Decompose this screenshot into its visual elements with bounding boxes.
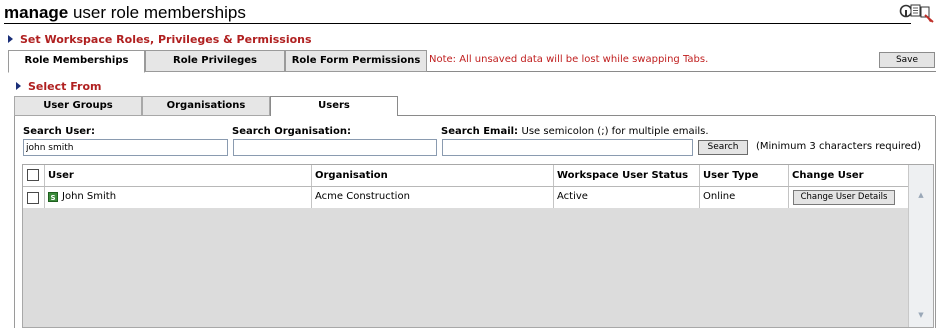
page-title: manage user role memberships [4,3,246,23]
bullet-triangle-icon [16,82,21,90]
select-all-checkbox[interactable] [27,169,39,181]
search-email-input[interactable] [442,139,693,156]
column-header-organisation[interactable]: Organisation [312,165,554,186]
page-header: manage user role memberships [4,0,911,24]
search-organisation-input[interactable] [233,139,437,156]
min-characters-note: (Minimum 3 characters required) [756,141,922,152]
tab-role-privileges[interactable]: Role Privileges [145,50,285,72]
column-header-user-type[interactable]: User Type [700,165,789,186]
tab-user-groups[interactable]: User Groups [14,96,142,116]
scroll-down-arrow-icon[interactable]: ▼ [913,307,929,323]
scroll-up-arrow-icon[interactable]: ▲ [913,187,929,203]
search-user-input[interactable] [23,139,228,156]
user-organisation: Acme Construction [312,187,554,208]
user-name: John Smith [62,191,117,202]
help-print-tools-icon[interactable] [899,2,935,24]
column-header-workspace-user-status[interactable]: Workspace User Status [554,165,700,186]
column-header-change-user: Change User [789,165,909,186]
user-type: Online [700,187,789,208]
unsaved-data-note: Note: All unsaved data will be lost whil… [429,54,709,65]
search-button[interactable]: Search [698,140,748,155]
user-status: Active [554,187,700,208]
row-checkbox[interactable] [27,192,39,204]
select-from-tab-bar: User Groups Organisations Users [14,96,935,117]
tab-role-form-permissions[interactable]: Role Form Permissions [285,50,427,72]
page-title-bold: manage [4,3,69,22]
search-email-hint: Use semicolon (;) for multiple emails. [521,126,709,137]
grid-header-row: User Organisation Workspace User Status … [23,165,909,187]
search-organisation-label: Search Organisation: [232,126,351,137]
section-heading-select-from: Select From [16,80,101,93]
tab-organisations[interactable]: Organisations [142,96,270,116]
search-user-label: Search User: [23,126,95,137]
save-button[interactable]: Save [879,52,935,68]
vertical-scrollbar[interactable]: ▲ ▼ [908,165,933,327]
search-email-label: Search Email: Use semicolon (;) for mult… [441,126,709,137]
change-user-details-button[interactable]: Change User Details [793,190,895,205]
section-heading-workspace-roles: Set Workspace Roles, Privileges & Permis… [8,33,312,46]
page-title-rest: user role memberships [68,3,246,22]
users-panel: Search User: Search Organisation: Search… [14,116,936,328]
results-grid: User Organisation Workspace User Status … [22,164,934,328]
column-header-user[interactable]: User [45,165,312,186]
table-row[interactable]: S John Smith Acme Construction Active Onl… [23,187,909,208]
bullet-triangle-icon [8,35,13,43]
user-status-icon: S [48,192,58,202]
tab-role-memberships[interactable]: Role Memberships [8,50,145,73]
tab-users[interactable]: Users [270,96,398,117]
